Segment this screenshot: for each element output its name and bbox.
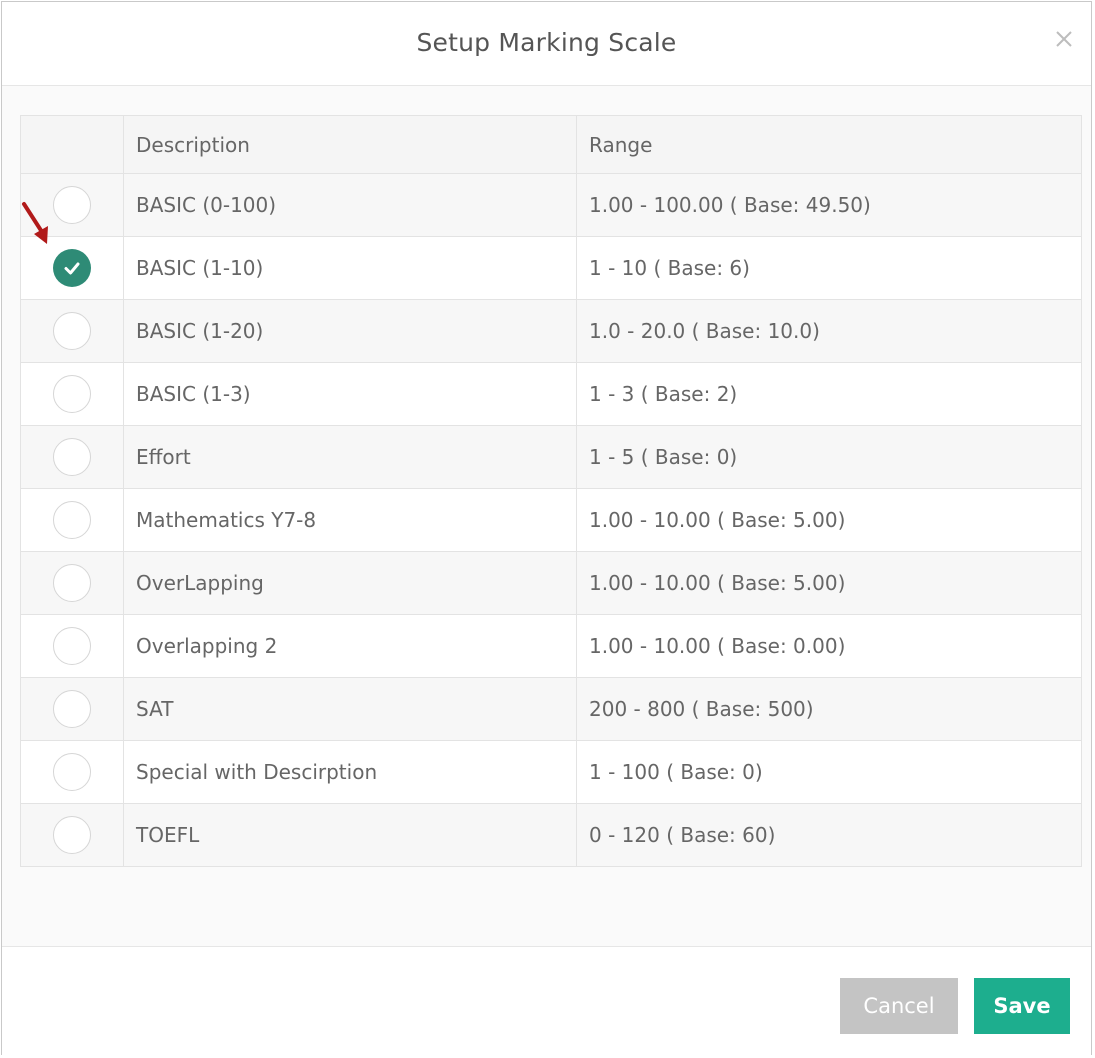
select-column-header [20, 115, 124, 174]
radio-unselected[interactable] [53, 438, 91, 476]
description-cell: Special with Descirption [123, 740, 577, 804]
table-row[interactable]: Effort 1 - 5 ( Base: 0) [20, 425, 1082, 489]
range-cell: 1.00 - 10.00 ( Base: 0.00) [576, 614, 1082, 678]
range-cell: 1.00 - 10.00 ( Base: 5.00) [576, 488, 1082, 552]
select-cell [20, 614, 124, 678]
radio-unselected[interactable] [53, 753, 91, 791]
description-cell: OverLapping [123, 551, 577, 615]
table-row[interactable]: BASIC (0-100) 1.00 - 100.00 ( Base: 49.50… [20, 173, 1082, 237]
table-row[interactable]: Overlapping 2 1.00 - 10.00 ( Base: 0.00) [20, 614, 1082, 678]
description-cell: BASIC (0-100) [123, 173, 577, 237]
description-column-header: Description [123, 115, 577, 174]
description-cell: BASIC (1-20) [123, 299, 577, 363]
range-cell: 1 - 3 ( Base: 2) [576, 362, 1082, 426]
table-row[interactable]: Special with Descirption 1 - 100 ( Base: … [20, 740, 1082, 804]
dialog-title: Setup Marking Scale [416, 28, 677, 57]
check-icon [64, 262, 80, 275]
select-cell [20, 362, 124, 426]
setup-marking-scale-dialog: Setup Marking Scale Description Range BA… [1, 1, 1092, 1056]
range-cell: 1 - 10 ( Base: 6) [576, 236, 1082, 300]
table-row[interactable]: SAT 200 - 800 ( Base: 500) [20, 677, 1082, 741]
close-icon[interactable] [1053, 28, 1075, 50]
dialog-footer: Cancel Save [2, 946, 1091, 1056]
description-cell: Overlapping 2 [123, 614, 577, 678]
select-cell [20, 488, 124, 552]
select-cell [20, 677, 124, 741]
table-header-row: Description Range [20, 115, 1082, 174]
select-cell [20, 803, 124, 867]
range-cell: 1.00 - 100.00 ( Base: 49.50) [576, 173, 1082, 237]
radio-unselected[interactable] [53, 690, 91, 728]
range-column-header: Range [576, 115, 1082, 174]
table-row[interactable]: BASIC (1-20) 1.0 - 20.0 ( Base: 10.0) [20, 299, 1082, 363]
dialog-body: Description Range BASIC (0-100) 1.00 - 10… [2, 86, 1091, 946]
table-row[interactable]: BASIC (1-10) 1 - 10 ( Base: 6) [20, 236, 1082, 300]
description-cell: Effort [123, 425, 577, 489]
table-body: BASIC (0-100) 1.00 - 100.00 ( Base: 49.50… [20, 173, 1082, 867]
description-cell: SAT [123, 677, 577, 741]
radio-unselected[interactable] [53, 186, 91, 224]
description-cell: BASIC (1-3) [123, 362, 577, 426]
cancel-button[interactable]: Cancel [840, 978, 958, 1034]
save-button[interactable]: Save [974, 978, 1070, 1034]
table-row[interactable]: BASIC (1-3) 1 - 3 ( Base: 2) [20, 362, 1082, 426]
radio-unselected[interactable] [53, 816, 91, 854]
range-cell: 1.0 - 20.0 ( Base: 10.0) [576, 299, 1082, 363]
radio-unselected[interactable] [53, 312, 91, 350]
table-row[interactable]: TOEFL 0 - 120 ( Base: 60) [20, 803, 1082, 867]
select-cell [20, 551, 124, 615]
description-cell: Mathematics Y7-8 [123, 488, 577, 552]
description-cell: TOEFL [123, 803, 577, 867]
description-cell: BASIC (1-10) [123, 236, 577, 300]
range-cell: 0 - 120 ( Base: 60) [576, 803, 1082, 867]
select-cell [20, 425, 124, 489]
dialog-header: Setup Marking Scale [2, 2, 1091, 86]
radio-unselected[interactable] [53, 627, 91, 665]
radio-unselected[interactable] [53, 564, 91, 602]
marking-scale-table: Description Range BASIC (0-100) 1.00 - 10… [20, 115, 1082, 867]
radio-unselected[interactable] [53, 375, 91, 413]
range-cell: 1 - 100 ( Base: 0) [576, 740, 1082, 804]
radio-unselected[interactable] [53, 501, 91, 539]
range-cell: 1.00 - 10.00 ( Base: 5.00) [576, 551, 1082, 615]
table-row[interactable]: OverLapping 1.00 - 10.00 ( Base: 5.00) [20, 551, 1082, 615]
select-cell [20, 740, 124, 804]
annotation-arrow-icon [22, 202, 48, 244]
range-cell: 200 - 800 ( Base: 500) [576, 677, 1082, 741]
table-row[interactable]: Mathematics Y7-8 1.00 - 10.00 ( Base: 5.0… [20, 488, 1082, 552]
select-cell [20, 299, 124, 363]
radio-selected[interactable] [53, 249, 91, 287]
range-cell: 1 - 5 ( Base: 0) [576, 425, 1082, 489]
